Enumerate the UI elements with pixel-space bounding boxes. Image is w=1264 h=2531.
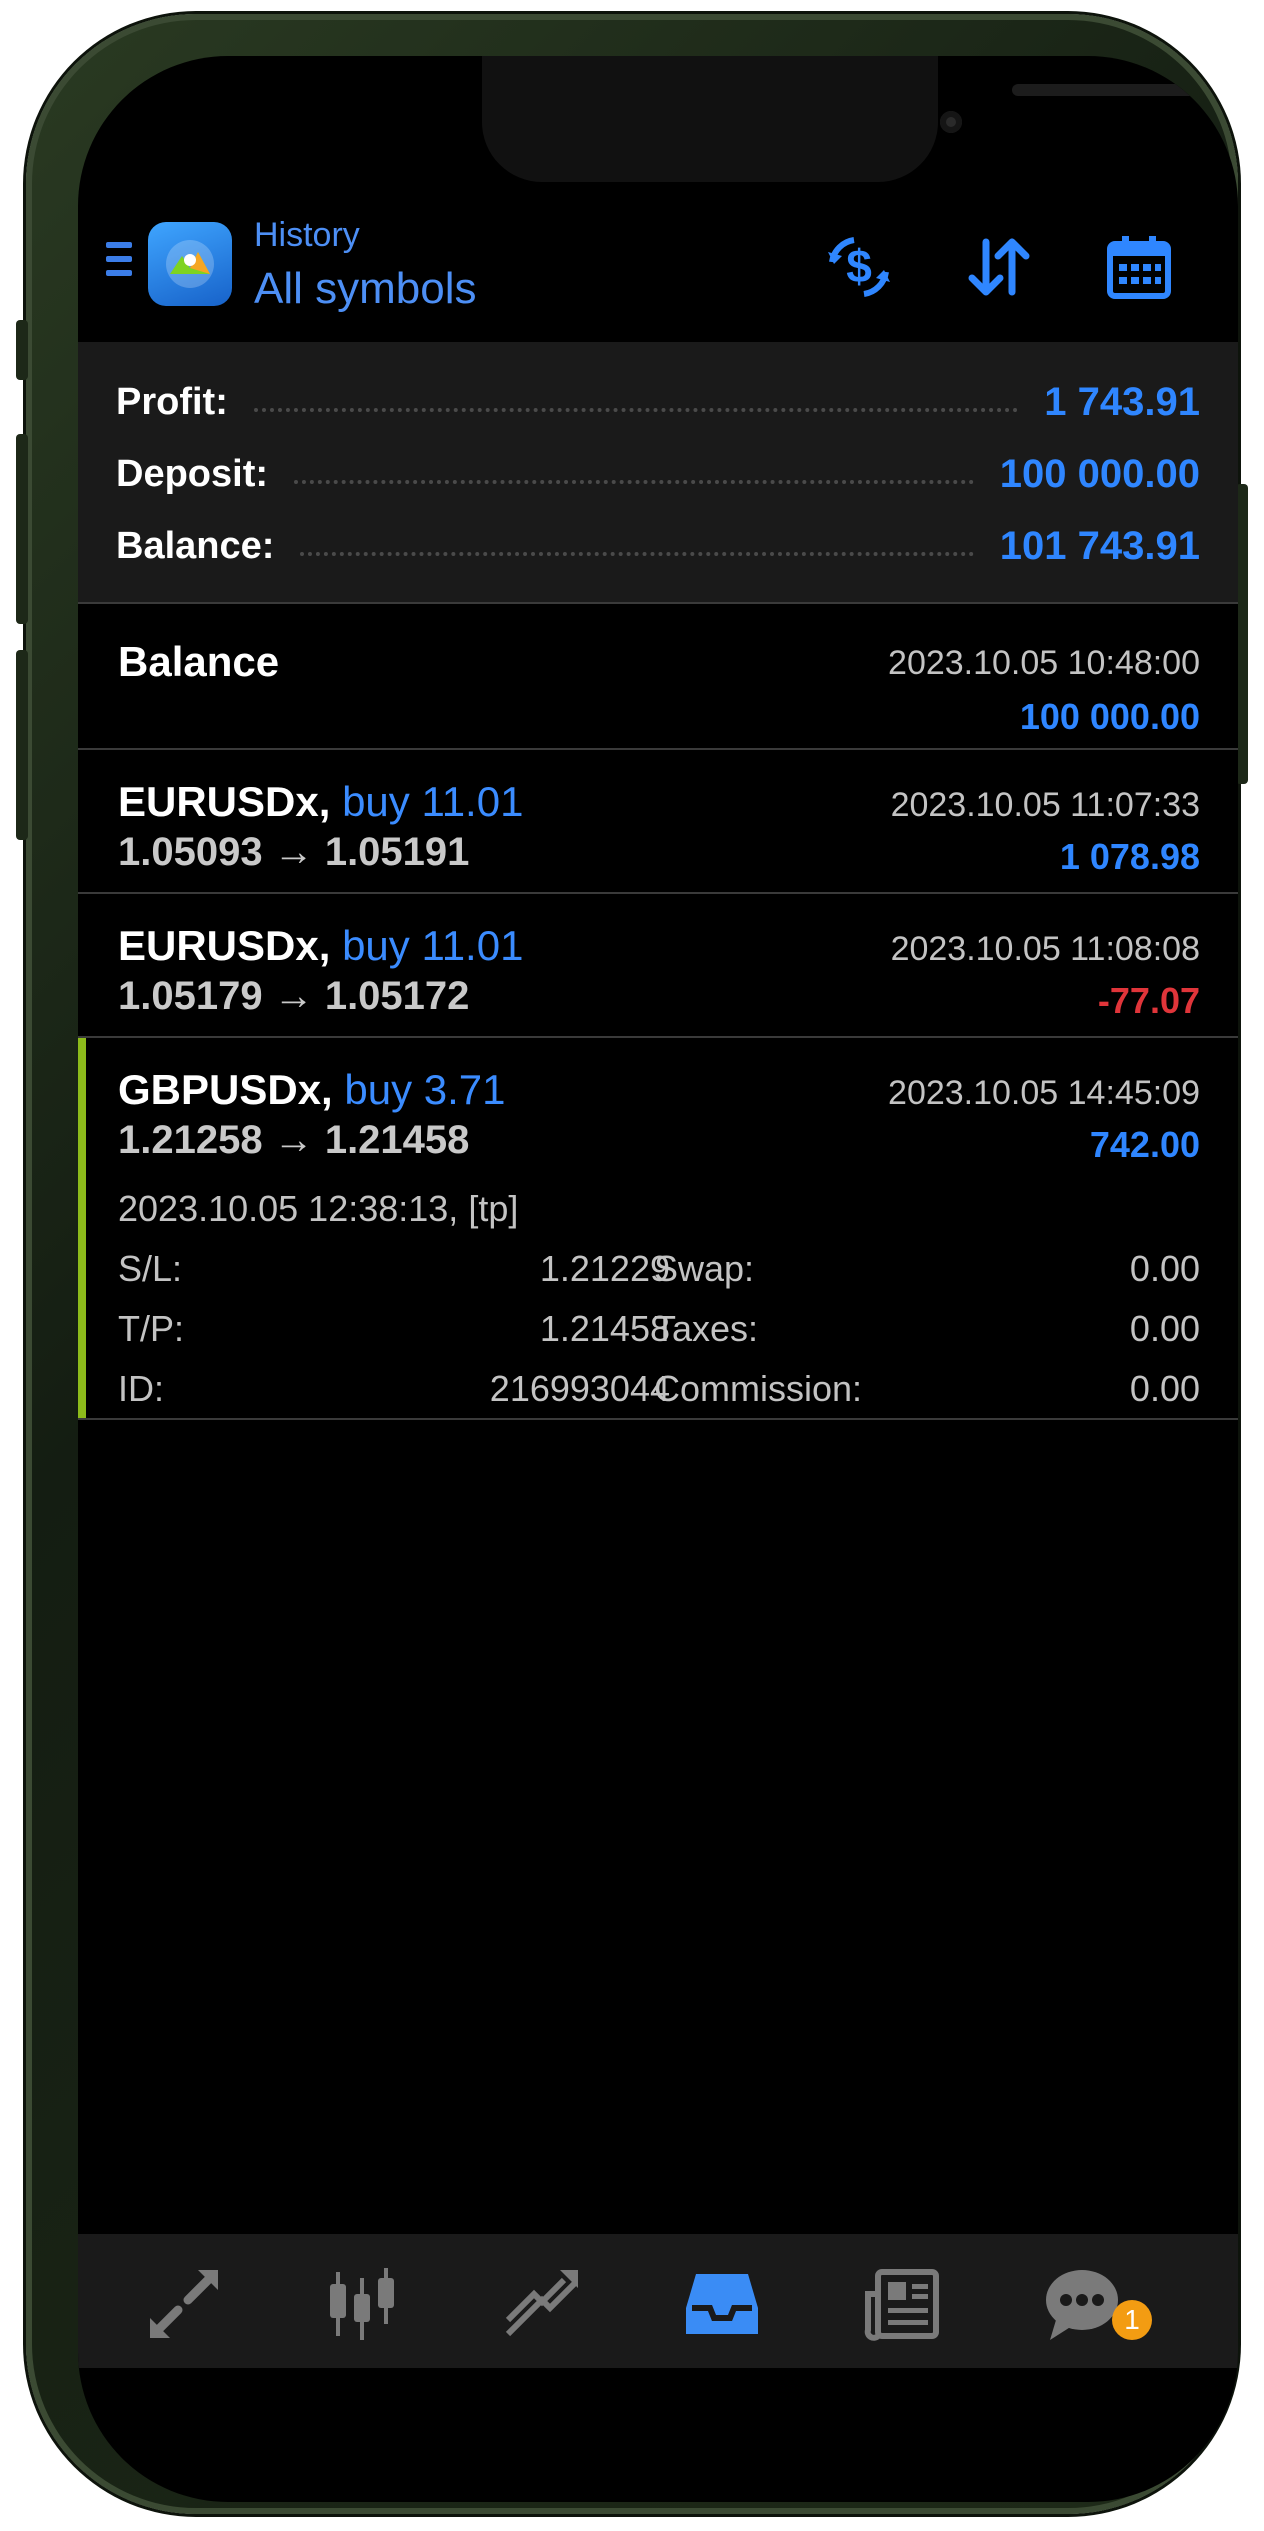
- chat-icon[interactable]: [1042, 2264, 1122, 2344]
- mute-switch: [16, 320, 28, 380]
- open-info: 2023.10.05 12:38:13, [tp]: [118, 1188, 519, 1229]
- menu-icon[interactable]: [106, 242, 132, 288]
- news-icon[interactable]: [862, 2264, 942, 2344]
- commission-value: 0.00: [1129, 1368, 1200, 1409]
- metatrader-logo: [148, 222, 232, 306]
- front-camera: [940, 111, 962, 133]
- deal-side: buy 3.71: [344, 1066, 506, 1113]
- balance-entry-label: Balance: [118, 638, 280, 685]
- balance-value: 101 743.91: [999, 523, 1200, 568]
- symbol-filter[interactable]: All symbols: [254, 264, 477, 314]
- id-value: 216993044: [489, 1368, 670, 1409]
- currency-exchange-icon[interactable]: $: [824, 232, 894, 302]
- deal-side: buy 11.01: [342, 778, 524, 825]
- deposit-row: Deposit: 100 000.00: [116, 444, 1200, 504]
- history-icon[interactable]: [682, 2264, 762, 2344]
- deal-symbol: EURUSDx, buy 11.01: [118, 922, 524, 969]
- deal-time: 2023.10.05 11:08:08: [890, 930, 1200, 968]
- deal-time: 2023.10.05 11:07:33: [890, 786, 1200, 824]
- quotes-icon[interactable]: [144, 2264, 224, 2344]
- selection-indicator: [78, 1038, 86, 1418]
- profit-value: 1 743.91: [1044, 379, 1200, 424]
- svg-text:$: $: [846, 240, 872, 292]
- deal-symbol: GBPUSDx, buy 3.71: [118, 1066, 506, 1113]
- deal-row-expanded[interactable]: GBPUSDx, buy 3.71 1.21258 → 1.21458 2023…: [78, 1038, 1238, 1420]
- deposit-value: 100 000.00: [999, 451, 1200, 496]
- volume-up-button: [16, 434, 28, 624]
- deal-side: buy 11.01: [342, 922, 524, 969]
- tp-value: 1.21458: [539, 1308, 670, 1349]
- tp-label: T/P:: [118, 1308, 185, 1349]
- profit-label: Profit:: [116, 380, 228, 423]
- deal-time: 2023.10.05 10:48:00: [888, 644, 1200, 682]
- deal-row[interactable]: EURUSDx, buy 11.01 1.05093 → 1.05191 202…: [78, 750, 1238, 894]
- screen: History All symbols $ Profit: 1 743.91 D…: [78, 56, 1238, 2502]
- profit-row: Profit: 1 743.91: [116, 372, 1200, 432]
- commission-label: Commission:: [654, 1368, 863, 1409]
- deal-profit: 1 078.98: [1059, 836, 1200, 877]
- deal-symbol: EURUSDx, buy 11.01: [118, 778, 524, 825]
- balance-label: Balance:: [116, 524, 275, 567]
- chart-icon[interactable]: [322, 2264, 402, 2344]
- balance-entry[interactable]: Balance 2023.10.05 10:48:00 100 000.00: [78, 604, 1238, 750]
- deal-profit: 742.00: [1089, 1124, 1200, 1165]
- chat-notification-badge: 1: [1112, 2300, 1152, 2340]
- deal-row[interactable]: EURUSDx, buy 11.01 1.05179 → 1.05172 202…: [78, 894, 1238, 1038]
- bottom-navigation: [78, 2234, 1238, 2368]
- notch: [482, 56, 1212, 182]
- sort-icon[interactable]: [964, 232, 1034, 302]
- dotted-leader: [294, 480, 974, 484]
- dotted-leader: [253, 408, 1019, 412]
- swap-value: 0.00: [1129, 1248, 1200, 1289]
- account-summary: Profit: 1 743.91 Deposit: 100 000.00 Bal…: [78, 342, 1238, 604]
- deal-time: 2023.10.05 14:45:09: [888, 1074, 1200, 1112]
- trade-icon[interactable]: [502, 2264, 582, 2344]
- deal-prices: 1.05179 → 1.05172: [118, 974, 470, 1018]
- taxes-value: 0.00: [1129, 1308, 1200, 1349]
- phone-frame: History All symbols $ Profit: 1 743.91 D…: [16, 14, 1248, 2514]
- swap-label: Swap:: [654, 1248, 755, 1289]
- sl-value: 1.21229: [539, 1248, 670, 1289]
- sl-label: S/L:: [118, 1248, 183, 1289]
- calendar-icon[interactable]: [1104, 232, 1174, 302]
- balance-row: Balance: 101 743.91: [116, 516, 1200, 576]
- taxes-label: Taxes:: [654, 1308, 759, 1349]
- deal-prices: 1.05093 → 1.05191: [118, 830, 470, 874]
- speaker: [1012, 84, 1212, 96]
- id-label: ID:: [118, 1368, 165, 1409]
- page-subtitle: History: [254, 216, 360, 254]
- deposit-label: Deposit:: [116, 452, 268, 495]
- volume-down-button: [16, 650, 28, 840]
- dotted-leader: [300, 552, 974, 556]
- deal-prices: 1.21258 → 1.21458: [118, 1118, 470, 1162]
- deal-profit: -77.07: [1097, 980, 1200, 1021]
- deal-amount: 100 000.00: [1019, 696, 1200, 737]
